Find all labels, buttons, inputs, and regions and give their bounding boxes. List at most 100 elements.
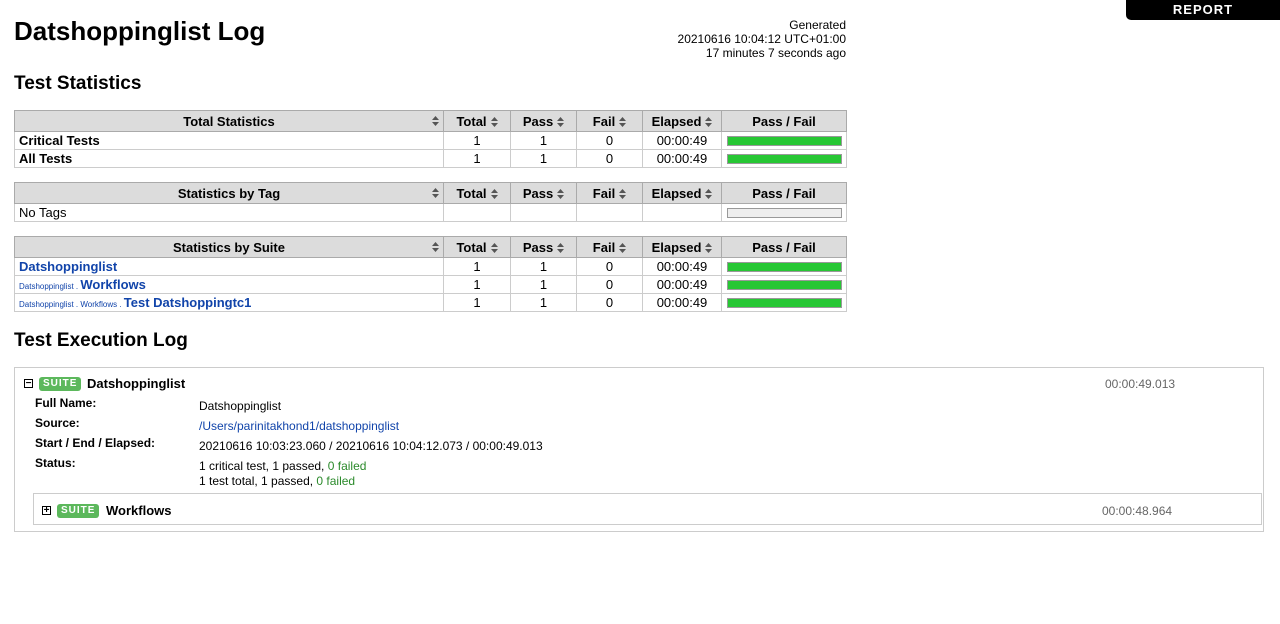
pass-fail-bar [726,279,842,290]
stat-pass: 1 [510,149,577,168]
stat-fail: 0 [576,131,643,150]
stat-total: 1 [443,131,511,150]
total-statistics-header[interactable]: Total Statistics [14,110,444,132]
elapsed-column-header[interactable]: Elapsed [642,110,722,132]
status-line-total: 1 test total, 1 passed, 0 failed [199,474,356,488]
suite-name[interactable]: Datshoppinglist [87,376,185,391]
sort-icon [705,243,713,254]
pass-fail-bar [726,207,842,218]
pass-bar-fill [727,136,841,145]
total-column-header[interactable]: Total [443,110,511,132]
total-column-header[interactable]: Total [443,182,511,204]
tag-statistics-header[interactable]: Statistics by Tag [14,182,444,204]
pass-column-header[interactable]: Pass [510,110,577,132]
generated-label: Generated [789,18,846,32]
sort-icon [490,117,498,128]
suite-elapsed: 00:00:49.013 [1105,377,1176,391]
total-statistics-table: Total Statistics Total Pass Fail Elapsed… [14,110,847,168]
pass-column-header[interactable]: Pass [510,182,577,204]
stat-total: 1 [443,293,511,312]
start-end-elapsed-value: 20210616 10:03:23.060 / 20210616 10:04:1… [199,439,543,453]
sort-icon [619,243,627,254]
pass-fail-graph [721,149,847,168]
fail-column-header[interactable]: Fail [576,236,643,258]
suite-stat-name: Datshoppinglist [14,257,444,276]
total-column-header[interactable]: Total [443,236,511,258]
table-row[interactable]: All Tests 1 1 0 00:00:49 [14,149,847,168]
pass-fail-graph [721,275,847,294]
stat-name: Critical Tests [14,131,444,150]
pass-bar-fill [727,154,841,163]
stat-elapsed: 00:00:49 [642,257,722,276]
suite-name[interactable]: Workflows [106,503,172,518]
sort-icon [705,189,713,200]
stat-total: 1 [443,257,511,276]
pass-fail-column-header: Pass / Fail [721,182,847,204]
elapsed-column-header[interactable]: Elapsed [642,182,722,204]
start-end-elapsed-label: Start / End / Elapsed: [35,436,156,450]
fail-column-header[interactable]: Fail [576,182,643,204]
suite-link-test-datshoppingtc1[interactable]: Datshoppinglist . Workflows . Test Datsh… [19,295,251,310]
suite-statistics-header[interactable]: Statistics by Suite [14,236,444,258]
suite-badge: SUITE [39,377,82,391]
suite-badge: SUITE [57,504,100,518]
page-title: Datshoppinglist Log [14,16,266,46]
sort-icon [619,189,627,200]
sort-icon [557,243,565,254]
expand-toggle-icon[interactable]: + [42,506,51,516]
test-execution-log-heading: Test Execution Log [14,330,188,351]
tag-statistics-table: Statistics by Tag Total Pass Fail Elapse… [14,182,847,222]
sort-icon [432,116,439,126]
suite-link-datshoppinglist[interactable]: Datshoppinglist [19,259,117,274]
pass-bar-fill [727,298,841,307]
pass-fail-graph [721,203,847,222]
stat-total [443,203,511,222]
stat-fail: 0 [576,257,643,276]
stat-total: 1 [443,149,511,168]
sort-icon [619,117,627,128]
stat-pass: 1 [510,293,577,312]
generated-timestamp: 20210616 10:04:12 UTC+01:00 [677,32,846,46]
table-row: No Tags [14,203,847,222]
suite-elapsed: 00:00:48.964 [1102,504,1173,518]
suite-stat-name: Datshoppinglist . Workflows [14,275,444,294]
full-name-label: Full Name: [35,396,97,410]
suite-link-workflows[interactable]: Datshoppinglist . Workflows [19,277,146,292]
stat-pass: 1 [510,257,577,276]
sort-icon [432,242,439,252]
table-row[interactable]: Datshoppinglist . Workflows 1 1 0 00:00:… [14,275,847,294]
generated-ago: 17 minutes 7 seconds ago [705,46,846,60]
pass-fail-bar [726,261,842,272]
stat-elapsed: 00:00:49 [642,275,722,294]
report-link[interactable]: REPORT [1126,0,1280,20]
stat-fail: 0 [576,149,643,168]
stat-elapsed [642,203,722,222]
pass-fail-graph [721,131,847,150]
suite-statistics-table: Statistics by Suite Total Pass Fail Elap… [14,236,847,312]
stat-elapsed: 00:00:49 [642,293,722,312]
table-row[interactable]: Datshoppinglist 1 1 0 00:00:49 [14,257,847,276]
stat-name: All Tests [14,149,444,168]
pass-fail-bar [726,297,842,308]
source-link[interactable]: /Users/parinitakhond1/datshoppinglist [199,419,399,433]
table-row[interactable]: Datshoppinglist . Workflows . Test Datsh… [14,293,847,312]
status-line-critical: 1 critical test, 1 passed, 0 failed [199,459,367,473]
collapse-toggle-icon[interactable]: − [24,379,33,389]
suite-log-workflows: + SUITE Workflows 00:00:48.964 [33,493,1262,525]
elapsed-column-header[interactable]: Elapsed [642,236,722,258]
suite-stat-name: Datshoppinglist . Workflows . Test Datsh… [14,293,444,312]
stat-fail: 0 [576,275,643,294]
stat-total: 1 [443,275,511,294]
pass-bar-fill [727,280,841,289]
fail-column-header[interactable]: Fail [576,110,643,132]
suite-log-datshoppinglist: − SUITE Datshoppinglist 00:00:49.013 Ful… [14,367,1264,532]
stat-pass [510,203,577,222]
sort-icon [557,117,565,128]
full-name-value: Datshoppinglist [199,399,282,413]
sort-icon [557,189,565,200]
pass-column-header[interactable]: Pass [510,236,577,258]
stat-name: No Tags [14,203,444,222]
pass-fail-column-header: Pass / Fail [721,110,847,132]
table-row[interactable]: Critical Tests 1 1 0 00:00:49 [14,131,847,150]
stat-elapsed: 00:00:49 [642,149,722,168]
